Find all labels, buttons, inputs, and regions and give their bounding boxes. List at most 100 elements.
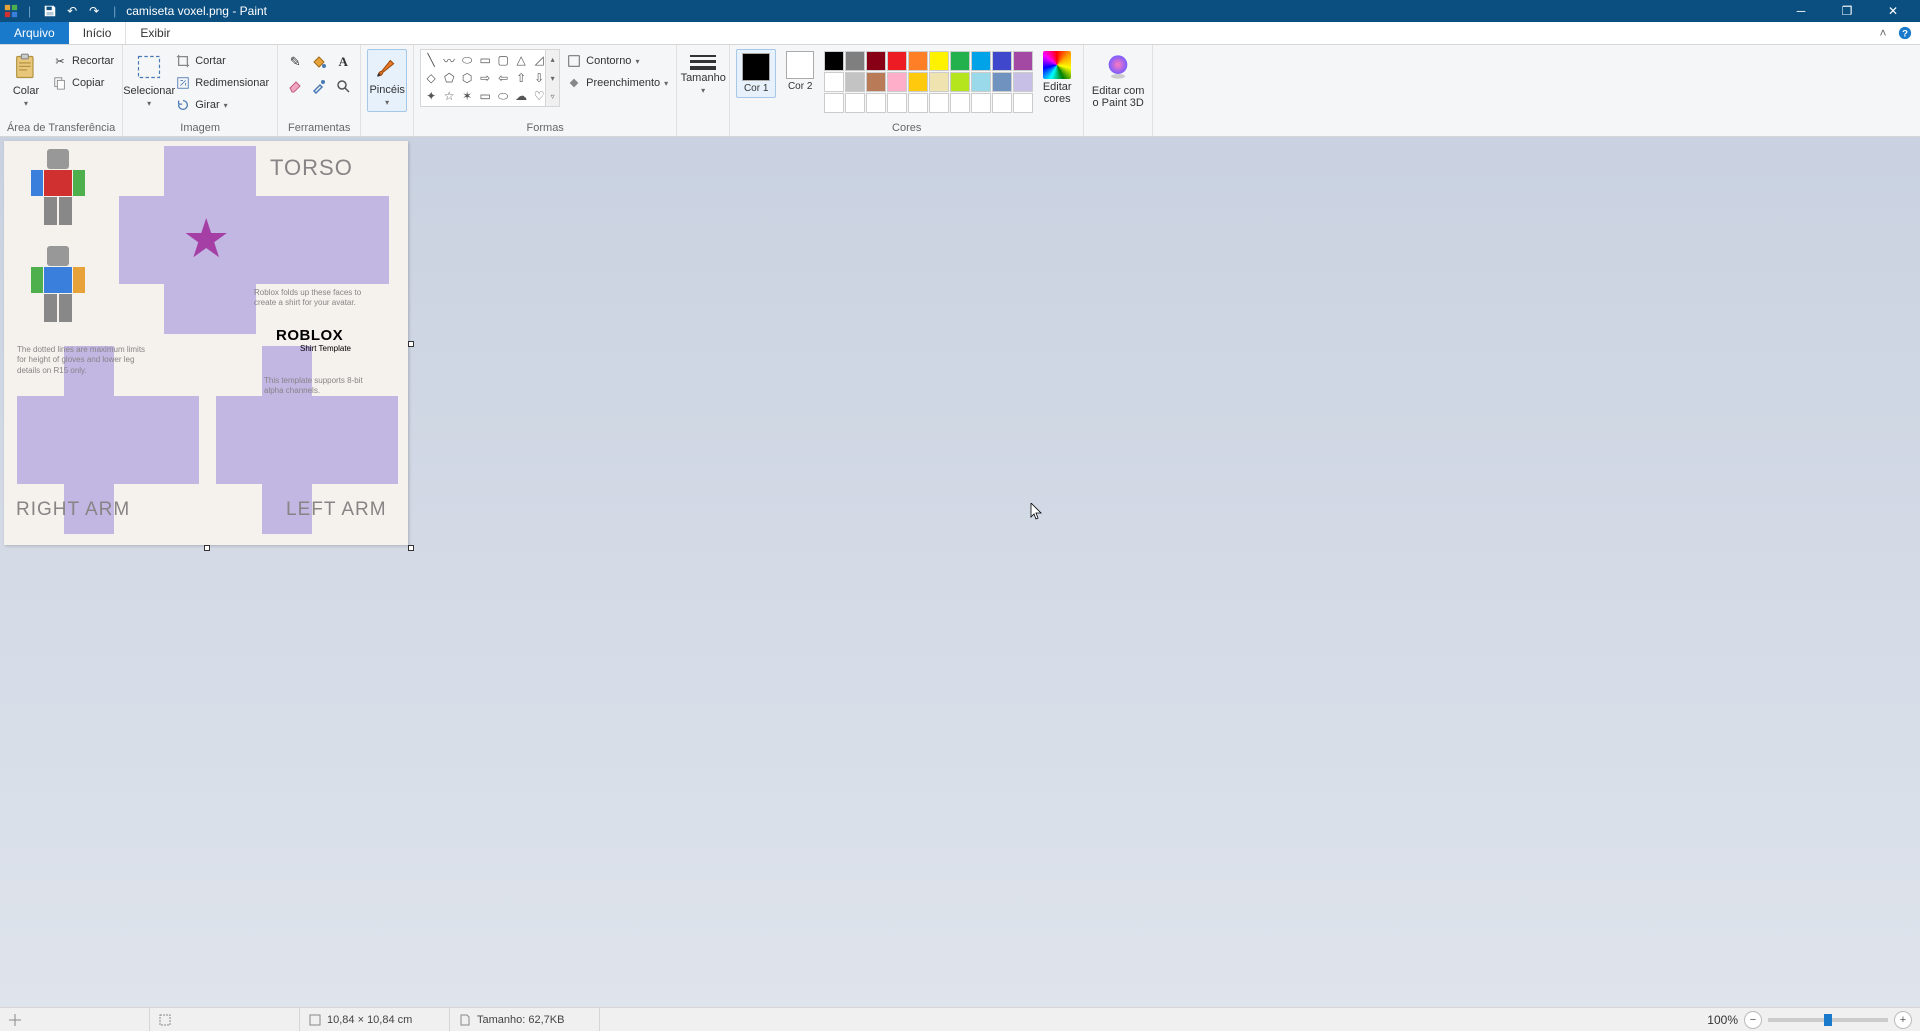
resize-handle-bottom[interactable]: [204, 545, 210, 551]
edit-colors-button[interactable]: Editar cores: [1037, 47, 1077, 105]
maximize-button[interactable]: ❐: [1824, 0, 1870, 22]
palette-color[interactable]: [950, 51, 970, 71]
tab-home[interactable]: Início: [69, 22, 127, 44]
palette-color[interactable]: [887, 72, 907, 92]
cut-button[interactable]: ✂ Recortar: [50, 51, 116, 71]
app-icon[interactable]: [4, 4, 18, 18]
select-button[interactable]: Selecionar ▾: [129, 47, 169, 108]
group-clipboard: Colar ▾ ✂ Recortar Copiar Área de Transf…: [0, 45, 123, 136]
shapes-more[interactable]: ▴▾▿: [545, 50, 559, 106]
shape-arrow-l[interactable]: ⇦: [495, 70, 511, 86]
tab-view[interactable]: Exibir: [126, 22, 184, 44]
color2-button[interactable]: Cor 2: [780, 47, 820, 92]
palette-color[interactable]: [929, 51, 949, 71]
zoom-out-button[interactable]: −: [1744, 1011, 1762, 1029]
save-icon[interactable]: [41, 2, 59, 20]
color1-button[interactable]: Cor 1: [736, 49, 776, 98]
palette-color[interactable]: [824, 72, 844, 92]
palette-color[interactable]: [824, 93, 844, 113]
palette-color[interactable]: [866, 93, 886, 113]
shape-arrow-u[interactable]: ⇧: [513, 70, 529, 86]
shapes-gallery[interactable]: ╲ 〰 ⬭ ▭ ▢ △ ◿ ◇ ⬠ ⬡ ⇨ ⇦ ⇧ ⇩ ✦ ☆ ✶ ▭ ⬭ ☁: [420, 49, 560, 107]
palette-color[interactable]: [845, 72, 865, 92]
palette-color[interactable]: [1013, 51, 1033, 71]
zoom-thumb[interactable]: [1824, 1014, 1832, 1026]
palette-color[interactable]: [887, 93, 907, 113]
palette-color[interactable]: [887, 51, 907, 71]
palette-color[interactable]: [866, 72, 886, 92]
help-icon[interactable]: ?: [1894, 22, 1916, 44]
palette-color[interactable]: [929, 72, 949, 92]
shape-oval[interactable]: ⬭: [459, 52, 475, 68]
redo-icon[interactable]: ↷: [85, 2, 103, 20]
paste-button[interactable]: Colar ▾: [6, 47, 46, 108]
canvas[interactable]: TORSO ★ RIGHT ARM LEFT ARM: [4, 141, 408, 545]
shape-callout-rect[interactable]: ▭: [477, 88, 493, 104]
palette-color[interactable]: [950, 72, 970, 92]
palette-color[interactable]: [866, 51, 886, 71]
zoom-slider[interactable]: [1768, 1018, 1888, 1022]
palette-color[interactable]: [992, 51, 1012, 71]
copy-button[interactable]: Copiar: [50, 73, 116, 93]
shape-curve[interactable]: 〰: [441, 52, 457, 68]
thickness-button[interactable]: Tamanho ▾: [683, 47, 723, 95]
palette-color[interactable]: [971, 72, 991, 92]
zoom-in-button[interactable]: +: [1894, 1011, 1912, 1029]
palette-color[interactable]: [1013, 93, 1033, 113]
resize-handle-right[interactable]: [408, 341, 414, 347]
ribbon: Colar ▾ ✂ Recortar Copiar Área de Transf…: [0, 45, 1920, 137]
palette-color[interactable]: [971, 51, 991, 71]
tab-file[interactable]: Arquivo: [0, 22, 69, 44]
shape-callout-oval[interactable]: ⬭: [495, 88, 511, 104]
eraser-tool[interactable]: [284, 75, 306, 97]
shape-diamond[interactable]: ◇: [423, 70, 439, 86]
pencil-tool[interactable]: ✎: [284, 51, 306, 73]
palette-color[interactable]: [992, 93, 1012, 113]
shape-rect[interactable]: ▭: [477, 52, 493, 68]
shape-star4[interactable]: ✦: [423, 88, 439, 104]
palette-color[interactable]: [845, 51, 865, 71]
shape-roundrect[interactable]: ▢: [495, 52, 511, 68]
text-tool[interactable]: A: [332, 51, 354, 73]
shape-star5[interactable]: ☆: [441, 88, 457, 104]
palette-color[interactable]: [845, 93, 865, 113]
selection-size-icon: [158, 1013, 172, 1027]
close-button[interactable]: ✕: [1870, 0, 1916, 22]
brushes-label: Pincéis: [369, 84, 404, 96]
shape-star6[interactable]: ✶: [459, 88, 475, 104]
crop-button[interactable]: Cortar: [173, 51, 271, 71]
shape-line[interactable]: ╲: [423, 52, 439, 68]
resize-button[interactable]: Redimensionar: [173, 73, 271, 93]
palette-color[interactable]: [908, 72, 928, 92]
rotate-button[interactable]: Girar ▾: [173, 95, 271, 115]
shape-outline-button[interactable]: Contorno ▾: [564, 51, 670, 71]
palette-color[interactable]: [908, 93, 928, 113]
shape-pentagon[interactable]: ⬠: [441, 70, 457, 86]
outline-label: Contorno: [586, 55, 631, 67]
palette-color[interactable]: [929, 93, 949, 113]
palette-color[interactable]: [950, 93, 970, 113]
palette-color[interactable]: [971, 93, 991, 113]
canvas-area[interactable]: TORSO ★ RIGHT ARM LEFT ARM: [0, 137, 1920, 1007]
group-label-clipboard: Área de Transferência: [6, 122, 116, 136]
shape-fill-button[interactable]: Preenchimento ▾: [564, 73, 670, 93]
zoom-label: 100%: [1707, 1013, 1738, 1027]
palette-color[interactable]: [824, 51, 844, 71]
color2-label: Cor 2: [788, 81, 812, 92]
minimize-button[interactable]: ─: [1778, 0, 1824, 22]
brushes-button[interactable]: Pincéis ▾: [367, 49, 407, 112]
palette-color[interactable]: [1013, 72, 1033, 92]
shape-callout-cloud[interactable]: ☁: [513, 88, 529, 104]
ribbon-collapse-icon[interactable]: ˄: [1872, 22, 1894, 44]
magnifier-tool[interactable]: [332, 75, 354, 97]
color-picker-tool[interactable]: [308, 75, 330, 97]
fill-tool[interactable]: [308, 51, 330, 73]
paint3d-button[interactable]: Editar com o Paint 3D: [1090, 47, 1146, 109]
resize-handle-corner[interactable]: [408, 545, 414, 551]
undo-icon[interactable]: ↶: [63, 2, 81, 20]
shape-triangle[interactable]: △: [513, 52, 529, 68]
palette-color[interactable]: [992, 72, 1012, 92]
shape-arrow-r[interactable]: ⇨: [477, 70, 493, 86]
palette-color[interactable]: [908, 51, 928, 71]
shape-hexagon[interactable]: ⬡: [459, 70, 475, 86]
